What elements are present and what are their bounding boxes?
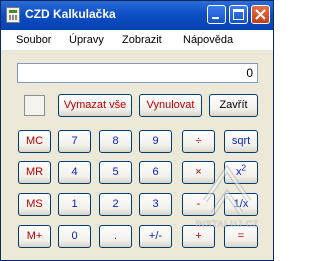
result-display[interactable]: 0 [17,63,258,83]
plus-button[interactable]: + [182,225,215,248]
square-exponent: 2 [241,163,246,173]
square-button[interactable]: x2 [224,161,258,184]
digit-2-button[interactable]: 2 [99,193,132,216]
minimize-button[interactable] [207,5,226,24]
digit-5-button[interactable]: 5 [99,161,132,184]
title-bar[interactable]: CZD Kalkulačka [1,1,273,30]
digit-3-button[interactable]: 3 [139,193,172,216]
memory-store-button[interactable]: MS [18,193,51,216]
menu-upravy[interactable]: Úpravy [69,34,104,46]
menu-napoveda[interactable]: Nápověda [183,34,233,46]
digit-9-button[interactable]: 9 [139,130,172,153]
digit-0-button[interactable]: 0 [58,225,91,248]
digit-1-button[interactable]: 1 [58,193,91,216]
divide-button[interactable]: ÷ [182,130,215,153]
memory-add-button[interactable]: M+ [18,225,51,248]
reset-button[interactable]: Vynulovat [139,94,202,117]
close-icon [255,9,266,20]
minus-button[interactable]: - [182,193,215,216]
calculator-app-icon [6,7,20,23]
close-button[interactable]: Zavřít [209,94,258,117]
digit-6-button[interactable]: 6 [139,161,172,184]
window-title: CZD Kalkulačka [25,7,116,21]
sqrt-button[interactable]: sqrt [224,130,258,153]
menu-soubor[interactable]: Soubor [16,34,51,46]
digit-7-button[interactable]: 7 [58,130,91,153]
menu-bar: Soubor Úpravy Zobrazit Nápověda [1,30,273,51]
digit-8-button[interactable]: 8 [99,130,132,153]
digit-4-button[interactable]: 4 [58,161,91,184]
maximize-icon [233,9,244,20]
memory-indicator [24,95,45,116]
reciprocal-button[interactable]: 1/x [224,193,258,216]
memory-recall-button[interactable]: MR [18,161,51,184]
maximize-button[interactable] [229,5,248,24]
minimize-icon [212,17,219,19]
calculator-window: CZD Kalkulačka Soubor Úpravy Zobrazit Ná… [0,0,274,261]
clear-all-button[interactable]: Vymazat vše [58,94,132,117]
menu-zobrazit[interactable]: Zobrazit [122,34,162,46]
calculator-body: 0 Vymazat vše Vynulovat Zavřít MC 7 8 9 … [1,51,273,260]
multiply-button[interactable]: × [182,161,215,184]
decimal-point-button[interactable]: . [99,225,132,248]
memory-clear-button[interactable]: MC [18,130,51,153]
sign-toggle-button[interactable]: +/- [139,225,172,248]
close-window-button[interactable] [251,5,270,24]
equals-button[interactable]: = [224,225,258,248]
